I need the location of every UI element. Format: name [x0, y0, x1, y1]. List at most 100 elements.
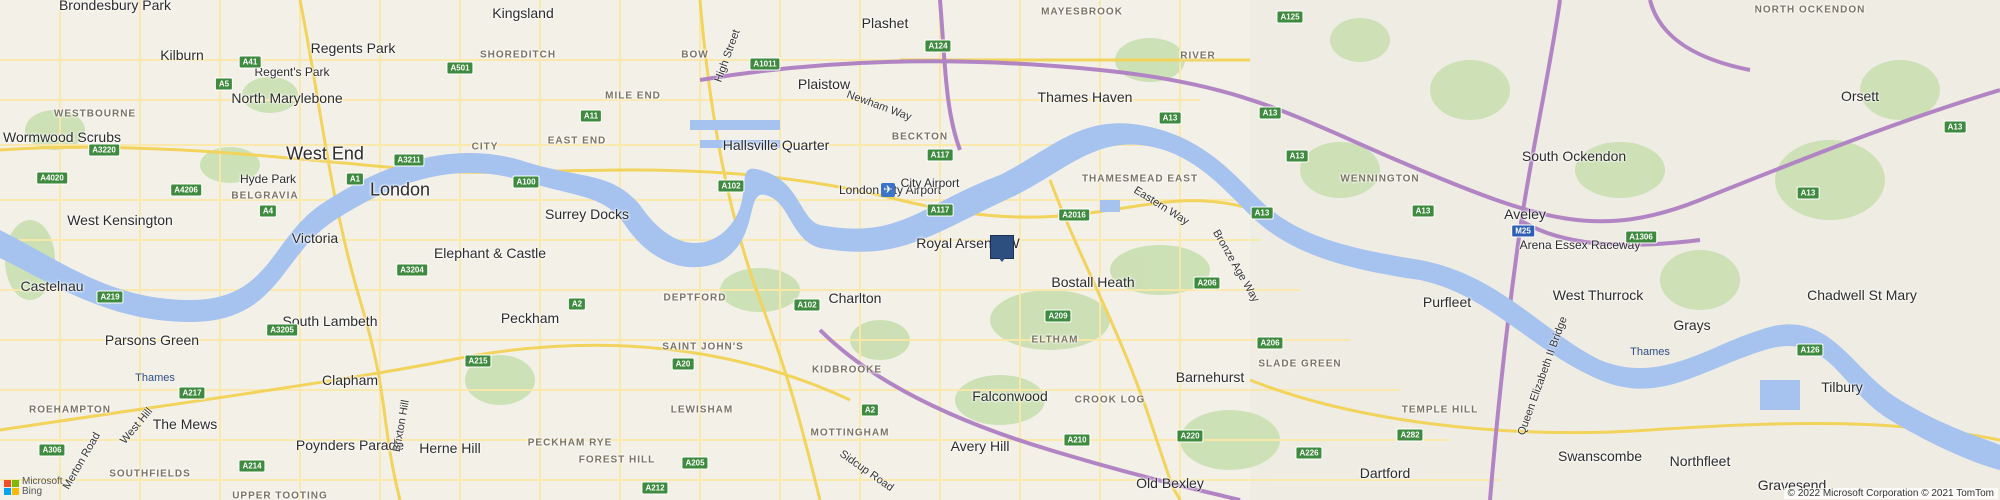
place-label[interactable]: Chadwell St Mary [1807, 287, 1917, 303]
place-label[interactable]: ROEHAMPTON [29, 405, 111, 416]
bing-logo: Microsoft Bing [4, 477, 63, 497]
road-shield: A217 [178, 386, 206, 400]
water-label-thames: Thames [135, 372, 175, 384]
place-label[interactable]: Hallsville Quarter [723, 137, 830, 153]
road-shield: A13 [1250, 206, 1274, 220]
place-label[interactable]: THAMESMEAD EAST [1082, 174, 1198, 185]
place-label[interactable]: Purfleet [1423, 294, 1471, 310]
place-label[interactable]: The Mews [153, 416, 218, 432]
place-label[interactable]: Hyde Park [240, 172, 296, 186]
place-label[interactable]: Aveley [1504, 206, 1546, 222]
road-shield: A206 [1256, 336, 1284, 350]
road-shield: A4206 [170, 183, 202, 197]
place-label[interactable]: Brondesbury Park [59, 0, 171, 13]
road-shield: A220 [1176, 429, 1204, 443]
road-shield: M25 [1511, 224, 1535, 238]
place-label[interactable]: North Marylebone [231, 90, 342, 106]
place-label[interactable]: Plaistow [798, 76, 850, 92]
place-label[interactable]: EAST END [548, 136, 607, 147]
road-shield: A102 [717, 179, 745, 193]
place-label[interactable]: WENNINGTON [1340, 174, 1419, 185]
road-shield: A13 [1796, 186, 1820, 200]
place-label[interactable]: Parsons Green [105, 332, 199, 348]
place-label[interactable]: FOREST HILL [579, 455, 656, 466]
place-label[interactable]: UPPER TOOTING [232, 491, 328, 500]
road-shield: A124 [924, 39, 952, 53]
place-label[interactable]: Orsett [1841, 88, 1879, 104]
place-label[interactable]: West Thurrock [1553, 287, 1644, 303]
place-label[interactable]: Northfleet [1670, 453, 1731, 469]
logo-text-bing: Bing [22, 486, 43, 497]
place-label[interactable]: MILE END [605, 91, 661, 102]
place-label[interactable]: Dartford [1360, 465, 1411, 481]
map-canvas[interactable]: Brondesbury Park Kingsland Plashet MAYESBRO… [0, 0, 2000, 500]
road-shield: A20 [671, 357, 695, 371]
place-label[interactable]: Clapham [322, 372, 378, 388]
place-label[interactable]: Charlton [829, 290, 882, 306]
road-shield: A212 [641, 481, 669, 495]
place-label[interactable]: Tilbury [1821, 379, 1863, 395]
place-label[interactable]: SHOREDITCH [480, 50, 556, 61]
road-shield: A126 [1796, 343, 1824, 357]
place-label[interactable]: CITY [472, 142, 499, 153]
place-label[interactable]: Avery Hill [951, 438, 1010, 454]
road-shield: A1306 [1625, 230, 1657, 244]
place-label[interactable]: South Ockendon [1522, 148, 1626, 164]
place-label[interactable]: City Airport [901, 176, 960, 190]
place-label[interactable]: SAINT JOHN'S [662, 342, 744, 353]
road-shield: A1011 [749, 57, 781, 71]
place-label[interactable]: Surrey Docks [545, 206, 629, 222]
place-label[interactable]: Thames Haven [1038, 89, 1133, 105]
place-label[interactable]: MOTTINGHAM [811, 428, 890, 439]
road-shield: A3220 [88, 143, 120, 157]
place-label[interactable]: SLADE GREEN [1258, 359, 1341, 370]
place-label[interactable]: MAYESBROOK [1041, 7, 1123, 18]
place-label[interactable]: BELGRAVIA [231, 191, 298, 202]
place-label[interactable]: Kingsland [492, 5, 554, 21]
place-label[interactable]: West Kensington [67, 212, 173, 228]
place-label[interactable]: Kilburn [160, 47, 204, 63]
place-label[interactable]: DEPTFORD [664, 293, 727, 304]
place-label[interactable]: WESTBOURNE [54, 109, 136, 120]
place-label[interactable]: Regents Park [311, 40, 396, 56]
place-label[interactable]: Old Bexley [1136, 475, 1204, 491]
place-label[interactable]: PECKHAM RYE [528, 438, 613, 449]
place-label[interactable]: Bostall Heath [1051, 274, 1134, 290]
place-label[interactable]: Falconwood [972, 388, 1048, 404]
place-label[interactable]: CROOK LOG [1075, 395, 1146, 406]
place-label[interactable]: Castelnau [20, 278, 83, 294]
road-shield: A2 [567, 297, 587, 311]
map-pin-marker[interactable] [990, 235, 1014, 262]
place-label[interactable]: ELTHAM [1032, 335, 1079, 346]
place-label[interactable]: KIDBROOKE [812, 365, 882, 376]
place-label[interactable]: Plashet [862, 15, 909, 31]
road-shield: A206 [1193, 276, 1221, 290]
place-label[interactable]: BECKTON [892, 132, 948, 143]
airport-icon[interactable]: ✈ [881, 183, 895, 197]
place-label[interactable]: Elephant & Castle [434, 245, 546, 261]
place-label[interactable]: SOUTHFIELDS [109, 469, 191, 480]
place-label[interactable]: Victoria [292, 230, 338, 246]
road-shield: A13 [1411, 204, 1435, 218]
road-shield: A306 [38, 443, 66, 457]
place-label[interactable]: West End [286, 144, 364, 165]
road-shield: A3205 [266, 323, 298, 337]
road-shield: A41 [238, 55, 262, 69]
place-label[interactable]: Swanscombe [1558, 448, 1642, 464]
place-label[interactable]: BOW [681, 50, 708, 61]
place-label[interactable]: LEWISHAM [671, 405, 733, 416]
place-label[interactable]: Poynders Parade [296, 437, 404, 453]
place-label[interactable]: Peckham [501, 310, 559, 326]
place-label[interactable]: Herne Hill [419, 440, 480, 456]
place-label[interactable]: Regent's Park [255, 65, 330, 79]
road-shield: A209 [1044, 309, 1072, 323]
place-label[interactable]: London [370, 180, 430, 201]
road-shield: A2016 [1058, 208, 1090, 222]
place-label[interactable]: Grays [1673, 317, 1710, 333]
place-label[interactable]: RIVER [1180, 51, 1216, 62]
road-shield: A219 [96, 290, 124, 304]
place-label[interactable]: Arena Essex Raceway [1520, 238, 1641, 252]
place-label[interactable]: TEMPLE HILL [1402, 405, 1479, 416]
place-label[interactable]: Barnehurst [1176, 369, 1244, 385]
place-label[interactable]: NORTH OCKENDON [1755, 5, 1866, 16]
